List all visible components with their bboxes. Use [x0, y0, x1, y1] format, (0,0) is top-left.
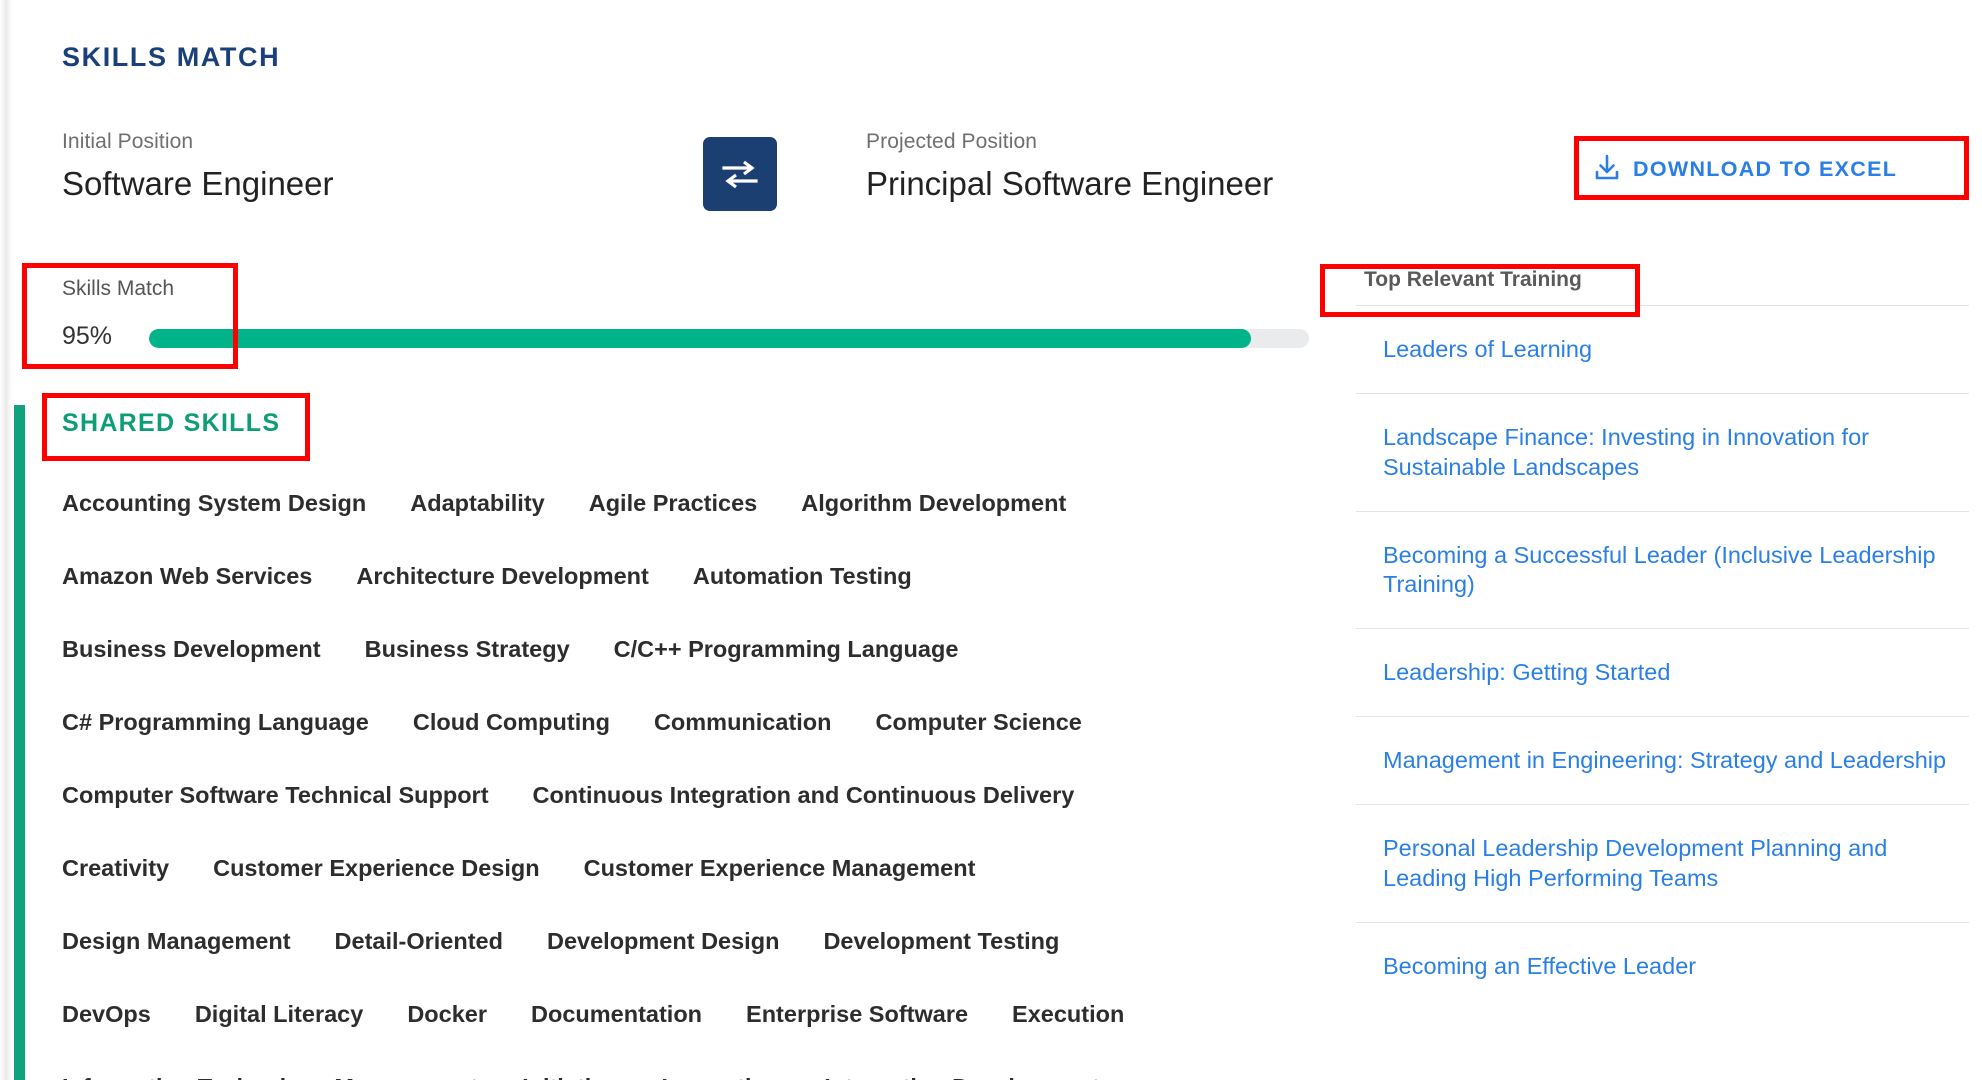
- download-icon: [1594, 154, 1620, 185]
- shared-skill-item: DevOps: [62, 1001, 151, 1027]
- shared-skill-item: Innovation: [661, 1074, 780, 1080]
- initial-position-label: Initial Position: [62, 130, 194, 153]
- shared-skill-item: Detail-Oriented: [334, 928, 503, 954]
- shared-skill-item: C# Programming Language: [62, 709, 369, 735]
- shared-skills-accent-rail: [14, 405, 25, 1080]
- shared-skill-item: Adaptability: [410, 490, 545, 516]
- shared-skill-item: Business Development: [62, 636, 321, 662]
- shared-skill-item: Communication: [653, 709, 832, 735]
- shared-skill-item: Development Testing: [823, 928, 1060, 954]
- shared-skills-row: Business Development Business Strategy C/C…: [62, 636, 1307, 709]
- top-relevant-training-panel: Top Relevant Training Leaders of Learnin…: [1356, 268, 1969, 1080]
- training-link[interactable]: Becoming an Effective Leader: [1383, 952, 1949, 982]
- training-item-list: Leaders of Learning Landscape Finance: In…: [1356, 305, 1969, 1009]
- shared-skill-item: Continuous Integration and Continuous De…: [532, 782, 1075, 808]
- shared-skill-item: Accounting System Design: [62, 490, 367, 516]
- shared-skill-item: Docker: [407, 1001, 487, 1027]
- shared-skill-item: Information Technology Management: [62, 1074, 478, 1080]
- shared-skills-row: C# Programming Language Cloud Computing Co…: [62, 709, 1307, 782]
- shared-skill-item: Computer Science: [875, 709, 1082, 735]
- shared-skill-item: Amazon Web Services: [62, 563, 313, 589]
- training-link[interactable]: Management in Engineering: Strategy and …: [1383, 746, 1949, 776]
- shared-skill-item: Initiative: [522, 1074, 617, 1080]
- shared-skills-row: Creativity Customer Experience Design Cust…: [62, 855, 1307, 928]
- training-link[interactable]: Leadership: Getting Started: [1383, 658, 1949, 688]
- skills-match-label: Skills Match: [62, 277, 175, 300]
- initial-position-value: Software Engineer: [62, 165, 334, 202]
- shared-skill-item: Design Management: [62, 928, 291, 954]
- skills-match-progress-track: [149, 329, 1309, 348]
- training-item[interactable]: Management in Engineering: Strategy and …: [1356, 717, 1969, 805]
- shared-skill-item: Customer Experience Management: [583, 855, 976, 881]
- shared-skill-item: Documentation: [531, 1001, 703, 1027]
- shared-skill-item: Automation Testing: [692, 563, 912, 589]
- skills-match-percent: 95%: [62, 322, 113, 350]
- top-relevant-training-heading: Top Relevant Training: [1364, 268, 1582, 291]
- training-item[interactable]: Becoming an Effective Leader: [1356, 923, 1969, 1010]
- training-item[interactable]: Personal Leadership Development Planning…: [1356, 805, 1969, 923]
- shared-skills-row: Amazon Web Services Architecture Developm…: [62, 563, 1307, 636]
- shared-skills-row: Computer Software Technical Support Conti…: [62, 782, 1307, 855]
- shared-skills-list: Accounting System Design Adaptability Agil…: [62, 490, 1307, 1080]
- projected-position-value: Principal Software Engineer: [866, 165, 1274, 202]
- shared-skills-row: Information Technology Management Initiat…: [62, 1074, 1307, 1080]
- skills-match-page: SKILLS MATCH Initial Position Software E…: [0, 0, 1982, 1080]
- shared-skill-item: Algorithm Development: [801, 490, 1067, 516]
- shared-skill-item: Agile Practices: [588, 490, 758, 516]
- training-link[interactable]: Leaders of Learning: [1383, 335, 1949, 365]
- swap-positions-button[interactable]: [703, 137, 777, 211]
- training-item[interactable]: Leaders of Learning: [1356, 306, 1969, 394]
- training-link[interactable]: Becoming a Successful Leader (Inclusive …: [1383, 541, 1949, 601]
- shared-skills-row: Accounting System Design Adaptability Agil…: [62, 490, 1307, 563]
- shared-skills-title: SHARED SKILLS: [62, 409, 281, 437]
- projected-position-label: Projected Position: [866, 130, 1038, 153]
- training-link[interactable]: Landscape Finance: Investing in Innovati…: [1383, 423, 1949, 483]
- shared-skill-item: Development Design: [546, 928, 780, 954]
- swap-horizontal-icon: [720, 158, 760, 190]
- page-title: SKILLS MATCH: [62, 42, 281, 72]
- training-item[interactable]: Landscape Finance: Investing in Innovati…: [1356, 394, 1969, 512]
- download-to-excel-label: DOWNLOAD TO EXCEL: [1633, 156, 1898, 181]
- shared-skill-item: Architecture Development: [356, 563, 649, 589]
- skills-match-progress-fill: [149, 329, 1251, 348]
- training-link[interactable]: Personal Leadership Development Planning…: [1383, 834, 1949, 894]
- shared-skills-row: DevOps Digital Literacy Docker Documentatio…: [62, 1001, 1307, 1074]
- card-left-edge: [0, 0, 14, 1080]
- download-to-excel-button[interactable]: DOWNLOAD TO EXCEL: [1594, 150, 1897, 188]
- shared-skills-row: Design Management Detail-Oriented Developm…: [62, 928, 1307, 1001]
- shared-skill-item: Business Strategy: [364, 636, 570, 662]
- training-item[interactable]: Leadership: Getting Started: [1356, 629, 1969, 718]
- shared-skill-item: C/C++ Programming Language: [613, 636, 959, 662]
- shared-skill-item: Customer Experience Design: [213, 855, 540, 881]
- shared-skill-item: Integration Development: [824, 1074, 1100, 1080]
- training-item[interactable]: Becoming a Successful Leader (Inclusive …: [1356, 512, 1969, 630]
- shared-skill-item: Digital Literacy: [194, 1001, 364, 1027]
- shared-skill-item: Cloud Computing: [412, 709, 610, 735]
- initial-position-block: Initial Position Software Engineer: [62, 130, 334, 203]
- shared-skill-item: Enterprise Software: [746, 1001, 969, 1027]
- shared-skill-item: Creativity: [62, 855, 170, 881]
- shared-skill-item: Computer Software Technical Support: [62, 782, 489, 808]
- shared-skill-item: Execution: [1012, 1001, 1125, 1027]
- projected-position-block: Projected Position Principal Software En…: [866, 130, 1273, 203]
